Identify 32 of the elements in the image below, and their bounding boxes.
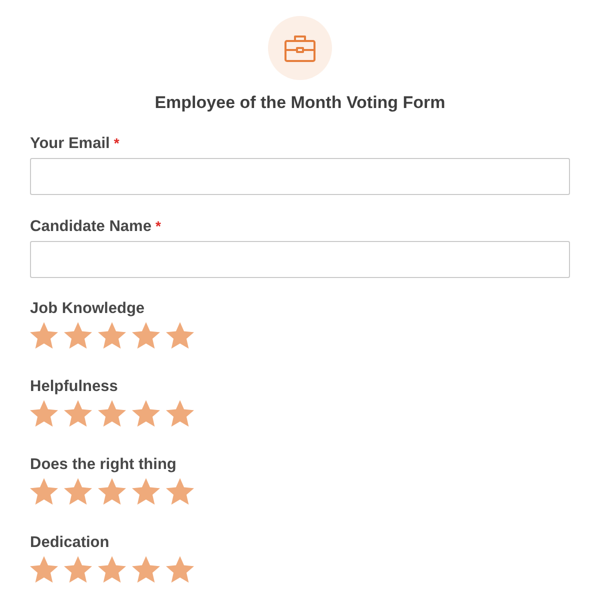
star-icon[interactable] bbox=[132, 400, 160, 427]
star-icon[interactable] bbox=[132, 322, 160, 349]
input-field[interactable] bbox=[30, 241, 570, 278]
required-mark: * bbox=[114, 134, 120, 153]
form-title: Employee of the Month Voting Form bbox=[154, 93, 446, 113]
star-icon[interactable] bbox=[132, 478, 160, 505]
rating-label: Job Knowledge bbox=[30, 299, 145, 319]
star-icon[interactable] bbox=[98, 322, 126, 349]
star-icon[interactable] bbox=[64, 478, 92, 505]
star-icon[interactable] bbox=[98, 400, 126, 427]
star-icon[interactable] bbox=[64, 400, 92, 427]
star-icon[interactable] bbox=[166, 400, 194, 427]
rating-label: Helpfulness bbox=[30, 377, 118, 397]
star-icon[interactable] bbox=[64, 322, 92, 349]
required-mark: * bbox=[155, 217, 161, 236]
star-icon[interactable] bbox=[98, 556, 126, 583]
star-icon[interactable] bbox=[30, 400, 58, 427]
field-label: Candidate Name bbox=[30, 217, 152, 237]
rating-label: Dedication bbox=[30, 533, 110, 553]
star-icon[interactable] bbox=[64, 556, 92, 583]
star-icon[interactable] bbox=[132, 556, 160, 583]
star-icon[interactable] bbox=[166, 556, 194, 583]
rating-label: Does the right thing bbox=[30, 455, 176, 475]
star-icon[interactable] bbox=[98, 478, 126, 505]
star-icon[interactable] bbox=[166, 322, 194, 349]
star-icon[interactable] bbox=[30, 322, 58, 349]
star-icon[interactable] bbox=[166, 478, 194, 505]
field-label: Your Email bbox=[30, 134, 110, 154]
briefcase-icon bbox=[268, 16, 332, 80]
star-icon[interactable] bbox=[30, 478, 58, 505]
star-icon[interactable] bbox=[30, 556, 58, 583]
input-field[interactable] bbox=[30, 158, 570, 195]
